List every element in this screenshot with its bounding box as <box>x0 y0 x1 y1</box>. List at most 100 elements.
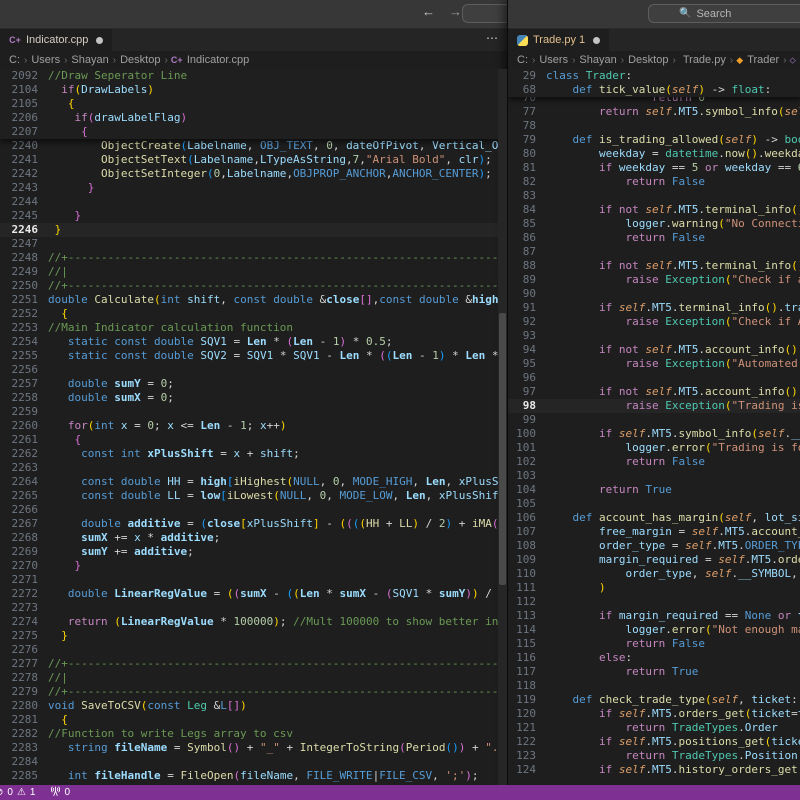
line-number[interactable]: 109 <box>508 553 546 567</box>
line-number[interactable]: 70 <box>508 97 546 105</box>
code-line[interactable]: 109 margin_required = self.MT5.order_c <box>508 553 800 567</box>
code-line[interactable]: 2282//Function to write Legs array to cs… <box>0 727 507 741</box>
code-line[interactable]: 2240 ObjectCreate(Labelname, OBJ_TEXT, 0… <box>0 139 507 153</box>
line-number[interactable]: 2275 <box>0 629 48 643</box>
line-number[interactable]: 94 <box>508 343 546 357</box>
code-line[interactable]: 113 if margin_required == None or free <box>508 609 800 623</box>
line-number[interactable]: 2250 <box>0 279 48 293</box>
line-number[interactable]: 108 <box>508 539 546 553</box>
line-number[interactable]: 123 <box>508 749 546 763</box>
line-number[interactable]: 95 <box>508 357 546 371</box>
code-line[interactable]: 116 else: <box>508 651 800 665</box>
line-number[interactable]: 93 <box>508 329 546 343</box>
line-number[interactable]: 106 <box>508 511 546 525</box>
code-line[interactable]: 114 logger.error("Not enough margi <box>508 623 800 637</box>
code-line[interactable]: 2250//+---------------------------------… <box>0 279 507 293</box>
line-number[interactable]: 81 <box>508 161 546 175</box>
line-number[interactable]: 2254 <box>0 335 48 349</box>
code-line[interactable]: 2280void SaveToCSV(const Leg &L[]) <box>0 699 507 713</box>
line-number[interactable]: 92 <box>508 315 546 329</box>
line-number[interactable]: 120 <box>508 707 546 721</box>
code-line[interactable]: 2266 <box>0 503 507 517</box>
vertical-scrollbar[interactable] <box>498 69 507 785</box>
line-number[interactable]: 2265 <box>0 489 48 503</box>
code-line[interactable]: 2256 <box>0 363 507 377</box>
line-number[interactable]: 68 <box>508 83 546 97</box>
code-line[interactable]: 2257 double sumY = 0; <box>0 377 507 391</box>
line-number[interactable]: 121 <box>508 721 546 735</box>
code-line[interactable]: 104 return True <box>508 483 800 497</box>
breadcrumb-item[interactable]: Desktop <box>628 54 668 66</box>
problems-indicator[interactable]: ⊘ 0 ⚠ 1 <box>0 787 35 798</box>
code-line[interactable]: 124 if self.MT5.history_orders_get(tic <box>508 763 800 777</box>
line-number[interactable]: 79 <box>508 133 546 147</box>
breadcrumb-item[interactable]: Users <box>539 54 568 66</box>
code-line[interactable]: 110 order_type, self.__SYMBOL, lot <box>508 567 800 581</box>
code-line[interactable]: 92 raise Exception("Check if API <box>508 315 800 329</box>
code-line[interactable]: 2259 <box>0 405 507 419</box>
line-number[interactable]: 105 <box>508 497 546 511</box>
breadcrumb-item[interactable]: Trade.py <box>683 54 726 66</box>
line-number[interactable]: 115 <box>508 637 546 651</box>
code-line[interactable]: 2246 } <box>0 223 507 237</box>
line-number[interactable]: 2273 <box>0 601 48 615</box>
code-line[interactable]: 2278//| | <box>0 671 507 685</box>
code-line[interactable]: 2284 <box>0 755 507 769</box>
code-line[interactable]: 84 if not self.MT5.terminal_info().co <box>508 203 800 217</box>
line-number[interactable]: 2245 <box>0 209 48 223</box>
line-number[interactable]: 85 <box>508 217 546 231</box>
forward-icon[interactable]: → <box>449 4 462 19</box>
code-line[interactable]: 120 if self.MT5.orders_get(ticket=tick <box>508 707 800 721</box>
code-line[interactable]: 105 <box>508 497 800 511</box>
code-line[interactable]: 2260 for(int x = 0; x <= Len - 1; x++) <box>0 419 507 433</box>
line-number[interactable]: 87 <box>508 245 546 259</box>
code-line[interactable]: 90 <box>508 287 800 301</box>
modified-dot-icon[interactable] <box>593 37 600 44</box>
line-number[interactable]: 2268 <box>0 531 48 545</box>
ports-indicator[interactable]: 0 <box>51 786 70 799</box>
code-line[interactable]: 68 def tick_value(self) -> float: <box>508 83 800 97</box>
line-number[interactable]: 2206 <box>0 111 48 125</box>
line-number[interactable]: 77 <box>508 105 546 119</box>
code-line[interactable]: 70 return 0 <box>508 97 800 105</box>
line-number[interactable]: 122 <box>508 735 546 749</box>
code-line[interactable]: 108 order_type = self.MT5.ORDER_TYPE_B <box>508 539 800 553</box>
line-number[interactable]: 88 <box>508 259 546 273</box>
line-number[interactable]: 2246 <box>0 223 48 237</box>
line-number[interactable]: 119 <box>508 693 546 707</box>
code-line[interactable]: 2276 <box>0 643 507 657</box>
breadcrumb-item[interactable]: C: <box>517 54 528 66</box>
line-number[interactable]: 2276 <box>0 643 48 657</box>
scrollbar-thumb[interactable] <box>499 313 506 585</box>
line-number[interactable]: 114 <box>508 623 546 637</box>
code-line[interactable]: 2092//Draw Seperator Line <box>0 69 507 83</box>
code-line[interactable]: 78 <box>508 119 800 133</box>
line-number[interactable]: 83 <box>508 189 546 203</box>
code-line[interactable]: 81 if weekday == 5 or weekday == 6: <box>508 161 800 175</box>
line-number[interactable]: 2261 <box>0 433 48 447</box>
line-number[interactable]: 2248 <box>0 251 48 265</box>
code-line[interactable]: 107 free_margin = self.MT5.account_inf <box>508 525 800 539</box>
code-line[interactable]: 2283 string fileName = Symbol() + "_" + … <box>0 741 507 755</box>
code-line[interactable]: 2251double Calculate(int shift, const do… <box>0 293 507 307</box>
line-number[interactable]: 2241 <box>0 153 48 167</box>
code-line[interactable]: 86 return False <box>508 231 800 245</box>
code-line[interactable]: 106 def account_has_margin(self, lot_siz… <box>508 511 800 525</box>
code-line[interactable]: 2243 } <box>0 181 507 195</box>
line-number[interactable]: 89 <box>508 273 546 287</box>
line-number[interactable]: 2259 <box>0 405 48 419</box>
line-number[interactable]: 100 <box>508 427 546 441</box>
code-line[interactable]: 119 def check_trade_type(self, ticket: i… <box>508 693 800 707</box>
code-editor[interactable]: 2092//Draw Seperator Line2104 if(DrawLab… <box>0 69 507 785</box>
code-line[interactable]: 122 if self.MT5.positions_get(ticket=t <box>508 735 800 749</box>
code-line[interactable]: 112 <box>508 595 800 609</box>
code-line[interactable]: 89 raise Exception("Check if auto <box>508 273 800 287</box>
line-number[interactable]: 2247 <box>0 237 48 251</box>
line-number[interactable]: 2278 <box>0 671 48 685</box>
command-center-search[interactable]: 🔍 Search <box>648 4 800 23</box>
breadcrumb-item[interactable]: Trader <box>747 54 779 66</box>
editor-actions-more-icon[interactable]: ⋯ <box>486 31 499 45</box>
code-line[interactable]: 2242 ObjectSetInteger(0,Labelname,OBJPRO… <box>0 167 507 181</box>
line-number[interactable]: 2251 <box>0 293 48 307</box>
code-line[interactable]: 93 <box>508 329 800 343</box>
